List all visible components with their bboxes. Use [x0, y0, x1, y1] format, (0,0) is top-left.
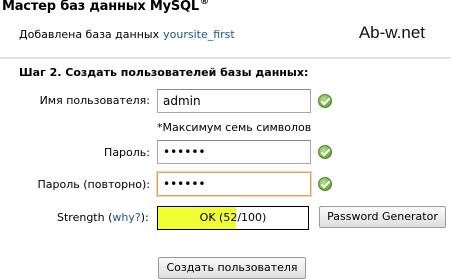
database-added-label: Добавлена база данных	[19, 28, 160, 41]
password-confirm-input[interactable]: ••••••	[157, 172, 311, 196]
password-label: Пароль:	[104, 146, 150, 159]
strength-why-link[interactable]: why?	[112, 211, 140, 224]
divider	[0, 57, 451, 59]
password-confirm-valid-check-icon	[318, 177, 332, 191]
page-title: Мастер баз данных MySQL®	[2, 0, 209, 14]
registered-mark: ®	[199, 0, 209, 7]
create-user-button[interactable]: Создать пользователя	[158, 257, 306, 279]
strength-label-text: Strength	[57, 211, 105, 224]
database-added-message: Добавлена база данных yoursite_first	[19, 28, 235, 41]
password-valid-check-icon	[318, 145, 332, 159]
password-generator-button[interactable]: Password Generator	[319, 206, 446, 228]
database-name: yoursite_first	[163, 28, 235, 41]
username-label: Имя пользователя:	[39, 94, 150, 107]
step-title: Шаг 2. Создать пользователей базы данных…	[19, 66, 309, 79]
strength-text: OK (52/100)	[199, 211, 267, 224]
username-valid-check-icon	[318, 94, 332, 108]
watermark-text: Ab-w.net	[358, 23, 425, 42]
strength-label: Strength (why?):	[57, 211, 149, 224]
username-input[interactable]: admin	[157, 89, 311, 113]
password-strength-meter: OK (52/100)	[157, 206, 309, 230]
username-hint: *Максимум семь символов	[157, 121, 312, 134]
password-confirm-label: Пароль (повторно):	[37, 178, 150, 191]
password-input[interactable]: ••••••	[157, 140, 311, 164]
